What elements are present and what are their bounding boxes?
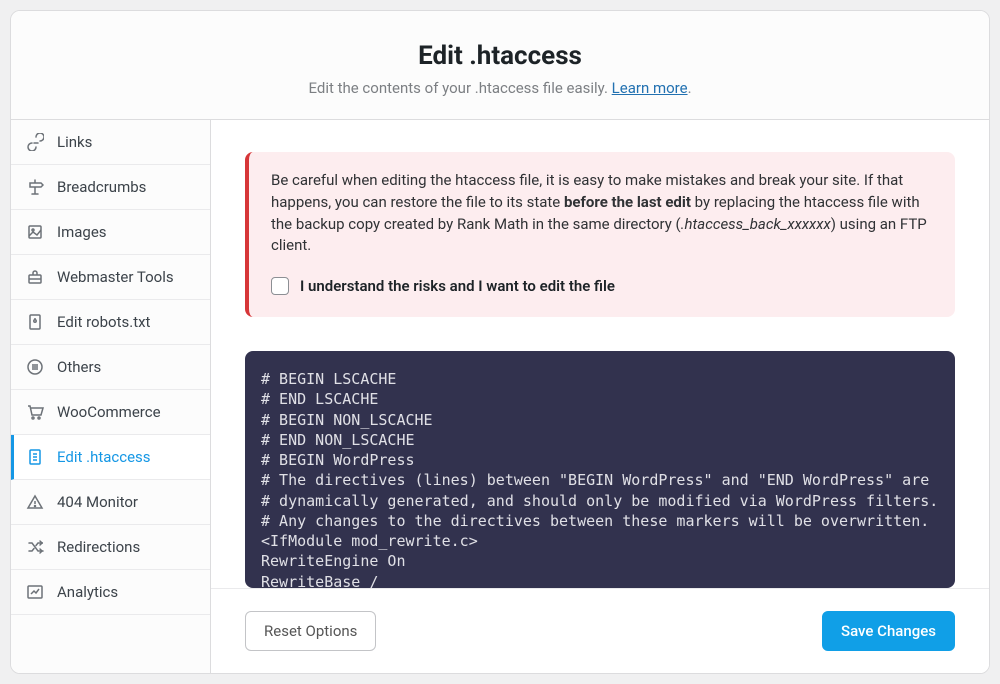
sidebar-item-links[interactable]: Links bbox=[11, 120, 210, 165]
sidebar-item-label: Analytics bbox=[57, 583, 118, 601]
sidebar-item-label: Others bbox=[57, 358, 101, 376]
page-header: Edit .htaccess Edit the contents of your… bbox=[11, 11, 989, 119]
lines-icon bbox=[25, 357, 45, 377]
acknowledge-row[interactable]: I understand the risks and I want to edi… bbox=[271, 277, 933, 295]
learn-more-link[interactable]: Learn more bbox=[612, 79, 688, 97]
action-footer: Reset Options Save Changes bbox=[211, 588, 989, 673]
sidebar-item-redirections[interactable]: Redirections bbox=[11, 525, 210, 570]
sidebar-item-label: Images bbox=[57, 223, 107, 241]
page-subtitle: Edit the contents of your .htaccess file… bbox=[31, 79, 969, 97]
warning-icon bbox=[25, 492, 45, 512]
sidebar-item-webmaster-tools[interactable]: Webmaster Tools bbox=[11, 255, 210, 300]
sidebar-item-edit-htaccess[interactable]: Edit .htaccess bbox=[11, 435, 210, 480]
sidebar-item-breadcrumbs[interactable]: Breadcrumbs bbox=[11, 165, 210, 210]
sidebar-item-edit-robots[interactable]: Edit robots.txt bbox=[11, 300, 210, 345]
toolbox-icon bbox=[25, 267, 45, 287]
warning-alert: Be careful when editing the htaccess fil… bbox=[245, 152, 955, 317]
sidebar-item-images[interactable]: Images bbox=[11, 210, 210, 255]
sidebar-item-label: Links bbox=[57, 133, 92, 151]
sidebar-item-label: Webmaster Tools bbox=[57, 268, 174, 286]
sidebar-item-analytics[interactable]: Analytics bbox=[11, 570, 210, 615]
file-robot-icon bbox=[25, 312, 45, 332]
sidebar-item-woocommerce[interactable]: WooCommerce bbox=[11, 390, 210, 435]
acknowledge-checkbox[interactable] bbox=[271, 277, 289, 295]
sidebar-item-404-monitor[interactable]: 404 Monitor bbox=[11, 480, 210, 525]
signpost-icon bbox=[25, 177, 45, 197]
image-icon bbox=[25, 222, 45, 242]
sidebar-item-label: 404 Monitor bbox=[57, 493, 138, 511]
save-button[interactable]: Save Changes bbox=[822, 611, 955, 651]
acknowledge-label: I understand the risks and I want to edi… bbox=[300, 277, 615, 295]
sidebar-item-label: Redirections bbox=[57, 538, 140, 556]
warning-text: Be careful when editing the htaccess fil… bbox=[271, 170, 933, 257]
settings-sidebar: Links Breadcrumbs Images Webmaster Tools Edi… bbox=[11, 120, 211, 673]
page-title: Edit .htaccess bbox=[31, 41, 969, 71]
reset-button[interactable]: Reset Options bbox=[245, 611, 376, 651]
link-icon bbox=[25, 132, 45, 152]
chart-icon bbox=[25, 582, 45, 602]
sidebar-item-others[interactable]: Others bbox=[11, 345, 210, 390]
shuffle-icon bbox=[25, 537, 45, 557]
file-icon bbox=[25, 447, 45, 467]
cart-icon bbox=[25, 402, 45, 422]
sidebar-item-label: Breadcrumbs bbox=[57, 178, 146, 196]
sidebar-item-label: Edit robots.txt bbox=[57, 313, 150, 331]
htaccess-editor[interactable]: # BEGIN LSCACHE # END LSCACHE # BEGIN NO… bbox=[245, 351, 955, 588]
sidebar-item-label: Edit .htaccess bbox=[57, 448, 151, 466]
sidebar-item-label: WooCommerce bbox=[57, 403, 161, 421]
